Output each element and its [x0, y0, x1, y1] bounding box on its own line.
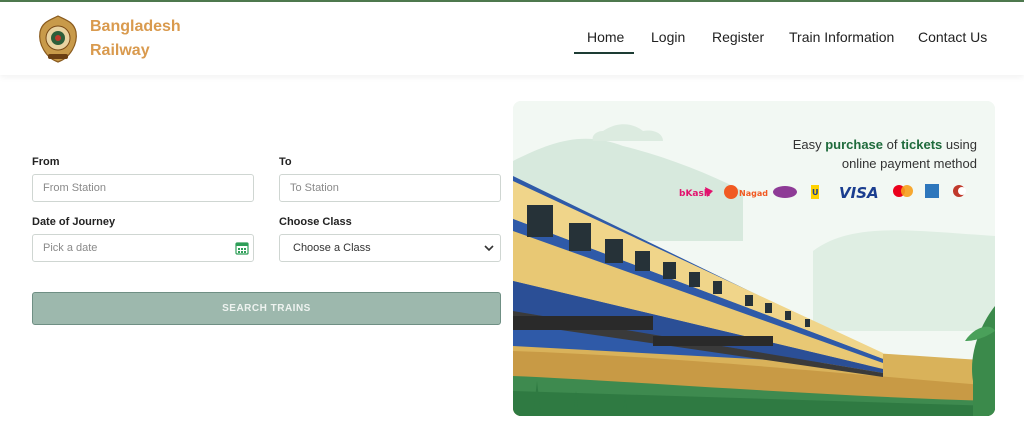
date-input[interactable]	[43, 235, 233, 261]
tagline-word-5: using	[942, 137, 977, 152]
nagad-logo: Nagad	[724, 185, 768, 199]
svg-text:U: U	[812, 188, 819, 197]
tagline-purchase: purchase	[825, 137, 884, 152]
nav-register[interactable]: Register	[712, 29, 764, 45]
from-station-field[interactable]	[32, 174, 254, 202]
amex-logo	[925, 184, 939, 198]
date-of-journey-label: Date of Journey	[32, 216, 116, 228]
tagline-word-3: of	[883, 137, 902, 152]
rocket-logo	[773, 186, 797, 198]
nav-contact-us[interactable]: Contact Us	[918, 29, 987, 45]
calendar-icon[interactable]	[235, 241, 249, 255]
payment-methods: bKash Nagad U VISA	[679, 184, 966, 201]
chevron-down-icon	[484, 245, 494, 252]
dbbl-nexus-logo	[953, 185, 966, 197]
search-trains-button[interactable]: SEARCH TRAINS	[32, 292, 501, 325]
to-station-input[interactable]	[290, 175, 500, 201]
brand-name[interactable]: Bangladesh Railway	[90, 15, 181, 63]
to-station-field[interactable]	[279, 174, 501, 202]
brand-line-1: Bangladesh	[90, 18, 181, 35]
nav-login[interactable]: Login	[651, 29, 685, 45]
mastercard-logo	[893, 185, 913, 197]
tagline-tickets: tickets	[901, 137, 943, 152]
svg-text:Nagad: Nagad	[739, 189, 768, 198]
choose-class-label: Choose Class	[279, 216, 352, 228]
class-select-value: Choose a Class	[293, 242, 371, 254]
svg-text:bKash: bKash	[679, 189, 710, 199]
date-field[interactable]	[32, 234, 254, 262]
visa-logo: VISA	[839, 184, 879, 201]
from-label: From	[32, 156, 60, 168]
class-select[interactable]: Choose a Class	[279, 234, 501, 262]
nav-active-indicator	[574, 52, 634, 54]
bkash-logo: bKash	[679, 187, 713, 199]
to-label: To	[279, 156, 292, 168]
hero-banner: Easy purchase of tickets using online pa…	[513, 101, 995, 416]
payment-tagline: Easy purchase of tickets using online pa…	[793, 135, 977, 173]
tagline-word-1: Easy	[792, 137, 826, 152]
tagline-line-2: online payment method	[841, 156, 977, 171]
upay-logo: U	[811, 185, 819, 199]
nav-home[interactable]: Home	[587, 29, 624, 45]
nav-train-information[interactable]: Train Information	[789, 29, 894, 45]
bangladesh-railway-logo[interactable]	[36, 14, 80, 64]
site-header: Bangladesh Railway Home Login Register T…	[0, 2, 1024, 75]
from-station-input[interactable]	[43, 175, 253, 201]
brand-line-2: Railway	[90, 42, 150, 59]
